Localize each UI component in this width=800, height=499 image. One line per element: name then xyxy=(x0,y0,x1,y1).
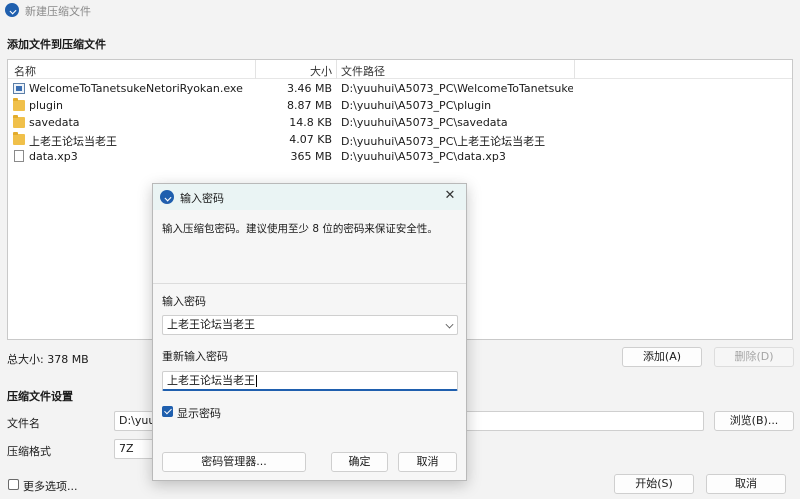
file-size: 14.8 KB xyxy=(289,116,332,129)
browse-button[interactable]: 浏览(B)... xyxy=(714,411,794,431)
table-row[interactable]: data.xp3 365 MB D:\yuuhui\A5073_PC\data.… xyxy=(8,148,792,165)
table-row[interactable]: savedata 14.8 KB D:\yuuhui\A5073_PC\save… xyxy=(8,114,792,131)
delete-button[interactable]: 删除(D) xyxy=(714,347,794,367)
file-path: D:\yuuhui\A5073_PC\savedata xyxy=(341,116,508,129)
file-name: WelcomeToTanetsukeNetoriRyokan.exe xyxy=(29,82,243,95)
file-list-header: 名称 大小 文件路径 xyxy=(8,60,792,79)
password-label: 输入密码 xyxy=(162,295,206,308)
show-password-checkbox[interactable] xyxy=(162,406,173,417)
window-title: 新建压缩文件 xyxy=(25,5,91,18)
dialog-title: 输入密码 xyxy=(180,192,224,205)
column-header-size[interactable]: 大小 xyxy=(258,63,332,79)
confirm-password-label: 重新输入密码 xyxy=(162,350,228,363)
title-bar: 新建压缩文件 xyxy=(0,0,800,20)
dialog-title-bar: 输入密码 ✕ xyxy=(153,184,466,210)
format-label: 压缩格式 xyxy=(7,445,51,458)
main-window: 新建压缩文件 添加文件到压缩文件 名称 大小 文件路径 WelcomeToTan… xyxy=(0,0,800,499)
file-name: 上老王论坛当老王 xyxy=(29,135,117,148)
folder-icon xyxy=(13,115,25,128)
file-path: D:\yuuhui\A5073_PC\WelcomeToTanetsukeNet… xyxy=(341,82,573,95)
start-button[interactable]: 开始(S) xyxy=(614,474,694,494)
file-path: D:\yuuhui\A5073_PC\上老王论坛当老王 xyxy=(341,135,546,148)
close-icon[interactable]: ✕ xyxy=(443,188,457,204)
ok-button[interactable]: 确定 xyxy=(331,452,388,472)
file-path: D:\yuuhui\A5073_PC\plugin xyxy=(341,99,492,112)
password-manager-button[interactable]: 密码管理器... xyxy=(162,452,306,472)
file-icon xyxy=(14,150,24,162)
table-row[interactable]: WelcomeToTanetsukeNetoriRyokan.exe 3.46 … xyxy=(8,80,792,97)
show-password-label[interactable]: 显示密码 xyxy=(177,405,221,421)
add-button[interactable]: 添加(A) xyxy=(622,347,702,367)
table-row[interactable]: plugin 8.87 MB D:\yuuhui\A5073_PC\plugin xyxy=(8,97,792,114)
file-size: 8.87 MB xyxy=(286,99,332,112)
file-name: data.xp3 xyxy=(29,150,78,163)
file-size: 4.07 KB xyxy=(289,133,332,146)
file-size: 3.46 MB xyxy=(286,82,332,95)
chevron-down-icon[interactable] xyxy=(445,320,454,329)
cancel-button[interactable]: 取消 xyxy=(706,474,786,494)
exe-icon xyxy=(13,83,25,94)
confirm-password-input[interactable]: 上老王论坛当老王 xyxy=(162,371,458,391)
app-logo-icon xyxy=(160,190,174,204)
more-options-label[interactable]: 更多选项... xyxy=(23,478,78,494)
more-options-checkbox[interactable] xyxy=(8,479,19,490)
table-row[interactable]: 上老王论坛当老王 4.07 KB D:\yuuhui\A5073_PC\上老王论… xyxy=(8,131,792,148)
file-name: plugin xyxy=(29,99,64,112)
password-dialog: 输入密码 ✕ 输入压缩包密码。建议使用至少 8 位的密码来保证安全性。 输入密码… xyxy=(152,183,467,481)
column-header-path[interactable]: 文件路径 xyxy=(341,63,385,79)
filename-label: 文件名 xyxy=(7,417,40,430)
column-header-name[interactable]: 名称 xyxy=(14,63,36,79)
app-logo-icon xyxy=(5,3,19,17)
settings-section-title: 压缩文件设置 xyxy=(7,390,73,403)
password-combobox[interactable]: 上老王论坛当老王 xyxy=(162,315,458,335)
folder-icon xyxy=(13,98,25,111)
folder-icon xyxy=(13,132,25,145)
file-size: 365 MB xyxy=(290,150,332,163)
dialog-cancel-button[interactable]: 取消 xyxy=(398,452,457,472)
confirm-password-value: 上老王论坛当老王 xyxy=(167,374,255,387)
divider xyxy=(153,283,466,284)
dialog-description: 输入压缩包密码。建议使用至少 8 位的密码来保证安全性。 xyxy=(162,223,438,235)
add-files-section-title: 添加文件到压缩文件 xyxy=(7,38,106,51)
password-value: 上老王论坛当老王 xyxy=(167,318,255,331)
file-path: D:\yuuhui\A5073_PC\data.xp3 xyxy=(341,150,506,163)
total-size: 总大小: 378 MB xyxy=(7,353,89,366)
text-caret xyxy=(256,375,257,387)
file-name: savedata xyxy=(29,116,80,129)
